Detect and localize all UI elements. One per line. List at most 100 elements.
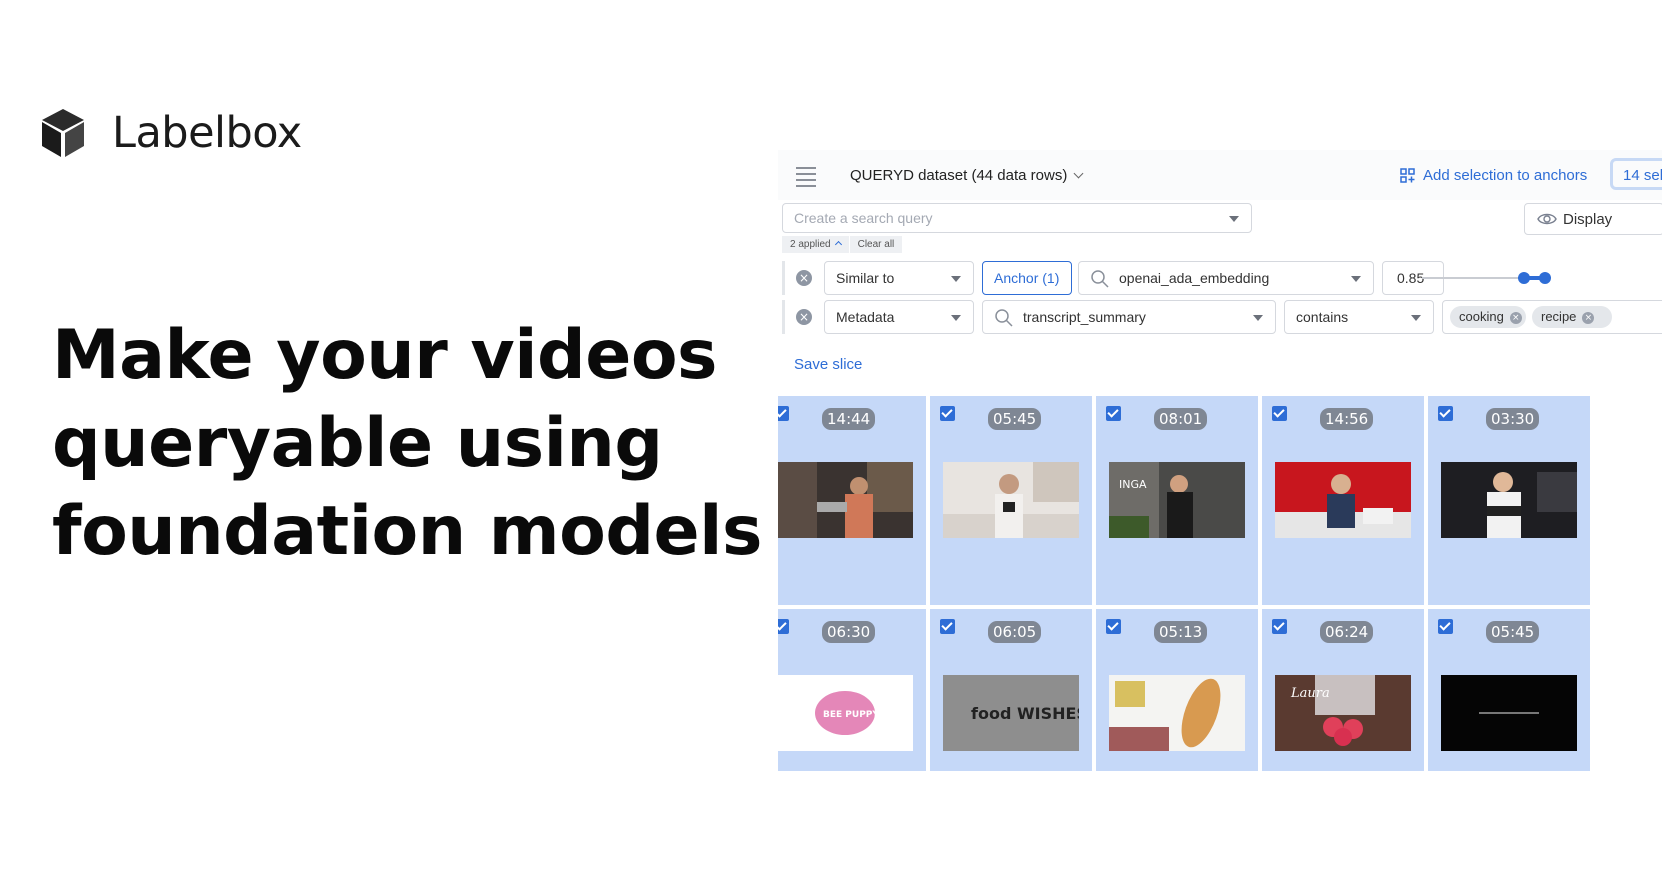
video-tile[interactable]: 05:13 (1096, 609, 1258, 771)
labelbox-logo: Labelbox (42, 108, 302, 158)
video-thumbnail (1109, 675, 1245, 751)
search-placeholder: Create a search query (794, 210, 933, 226)
duration-badge: 14:56 (1320, 408, 1374, 430)
add-selection-to-anchors-button[interactable]: Add selection to anchors (1400, 167, 1587, 184)
applied-filters-bar: 2 applied Clear all (782, 236, 903, 253)
video-tile[interactable]: 14:56 (1262, 396, 1424, 605)
video-tile[interactable]: 05:45 (930, 396, 1092, 605)
tag-label: recipe (1541, 309, 1577, 324)
checkbox[interactable] (778, 406, 789, 421)
checkbox[interactable] (1438, 619, 1453, 634)
remove-filter-icon[interactable]: × (796, 270, 812, 286)
video-thumbnail (1441, 462, 1577, 538)
save-slice-button[interactable]: Save slice (794, 356, 862, 373)
caret-down-icon (951, 276, 961, 282)
video-tile[interactable]: 06:30 BEE PUPPYCAT (778, 609, 926, 771)
hero-headline: Make your videos queryable using foundat… (52, 312, 772, 576)
caret-down-icon (951, 315, 961, 321)
duration-badge: 06:05 (988, 621, 1042, 643)
checkbox[interactable] (940, 406, 955, 421)
duration-badge: 03:30 (1486, 408, 1540, 430)
checkbox[interactable] (778, 619, 789, 634)
clear-all-button[interactable]: Clear all (849, 236, 903, 253)
caret-down-icon (1411, 315, 1421, 321)
headline-line-1: Make your videos (52, 316, 718, 395)
thumbnail-overlay-text: food WISHES (971, 704, 1079, 723)
thumbnail-overlay-text: Laura (1290, 686, 1330, 701)
video-tile[interactable]: 06:24 Laura (1262, 609, 1424, 771)
filter-row-similarity: × Similar to Anchor (1) openai_ada_embed… (778, 261, 1662, 295)
remove-tag-icon[interactable]: × (1582, 312, 1595, 324)
duration-badge: 14:44 (822, 408, 876, 430)
tag-label: cooking (1459, 309, 1504, 324)
checkbox[interactable] (1438, 406, 1453, 421)
caret-down-icon (1229, 216, 1239, 222)
metadata-field-select[interactable]: transcript_summary (982, 300, 1276, 334)
duration-badge: 05:45 (1486, 621, 1540, 643)
duration-badge: 06:24 (1320, 621, 1374, 643)
search-query-input[interactable]: Create a search query (782, 203, 1252, 233)
embedding-value: openai_ada_embedding (1119, 270, 1270, 286)
tag-chip[interactable]: recipe × (1532, 306, 1612, 328)
headline-line-3: foundation models (52, 492, 762, 571)
filter-type-value: Similar to (836, 270, 895, 286)
video-thumbnail (778, 462, 913, 538)
dataset-title: QUERYD dataset (44 data rows) (850, 167, 1068, 184)
remove-filter-icon[interactable]: × (796, 309, 812, 325)
anchor-label: Anchor (1) (994, 270, 1060, 286)
anchors-icon (1400, 168, 1415, 183)
slider-handle[interactable] (1518, 272, 1530, 284)
filter-type-select[interactable]: Metadata (824, 300, 974, 334)
search-icon (1091, 270, 1109, 288)
video-tile[interactable]: 03:30 (1428, 396, 1590, 605)
checkbox[interactable] (1106, 406, 1121, 421)
display-button[interactable]: Display (1524, 203, 1662, 235)
threshold-value: 0.85 (1397, 270, 1425, 286)
duration-badge: 08:01 (1154, 408, 1208, 430)
caret-down-icon (1253, 315, 1263, 321)
selected-count-button[interactable]: 14 sel (1610, 158, 1662, 190)
anchor-button[interactable]: Anchor (1) (982, 261, 1072, 295)
video-tile[interactable]: 08:01 INGA (1096, 396, 1258, 605)
checkbox[interactable] (1272, 406, 1287, 421)
video-tile[interactable]: 05:45 (1428, 609, 1590, 771)
slider-handle[interactable] (1539, 272, 1551, 284)
video-thumbnail (943, 462, 1079, 538)
duration-badge: 06:30 (822, 621, 876, 643)
applied-label: 2 applied (790, 239, 831, 250)
app-panel: QUERYD dataset (44 data rows) Add select… (778, 150, 1662, 820)
top-bar: QUERYD dataset (44 data rows) Add select… (778, 150, 1662, 200)
tag-chip[interactable]: cooking × (1450, 306, 1526, 328)
filter-type-select[interactable]: Similar to (824, 261, 974, 295)
applied-toggle[interactable]: 2 applied (782, 236, 849, 253)
checkbox[interactable] (1106, 619, 1121, 634)
chevron-down-icon (1073, 168, 1084, 179)
filter-type-value: Metadata (836, 309, 895, 325)
selected-count-label: 14 sel (1623, 167, 1662, 184)
checkbox[interactable] (1272, 619, 1287, 634)
embedding-select[interactable]: openai_ada_embedding (1078, 261, 1374, 295)
thumbnail-overlay-text: BEE PUPPYCAT (823, 710, 898, 720)
menu-icon[interactable] (796, 167, 816, 191)
filter-divider (782, 261, 785, 295)
checkbox[interactable] (940, 619, 955, 634)
remove-tag-icon[interactable]: × (1509, 312, 1522, 324)
video-thumbnail (1275, 462, 1411, 538)
video-thumbnail: Laura (1275, 675, 1411, 751)
filter-row-metadata: × Metadata transcript_summary contains c… (778, 300, 1662, 334)
video-tile[interactable]: 06:05 food WISHES (930, 609, 1092, 771)
chevron-up-icon (834, 240, 842, 249)
video-thumbnail (1441, 675, 1577, 751)
duration-badge: 05:45 (988, 408, 1042, 430)
operator-value: contains (1296, 309, 1349, 325)
add-selection-label: Add selection to anchors (1423, 167, 1588, 184)
display-label: Display (1563, 211, 1613, 228)
search-icon (995, 309, 1013, 327)
eye-icon (1537, 213, 1557, 225)
operator-select[interactable]: contains (1284, 300, 1434, 334)
caret-down-icon (1351, 276, 1361, 282)
thumbnail-overlay-text: INGA (1119, 478, 1147, 491)
video-tile[interactable]: 14:44 (778, 396, 926, 605)
video-thumbnail: food WISHES (943, 675, 1079, 751)
dataset-selector[interactable]: QUERYD dataset (44 data rows) (850, 167, 1084, 184)
